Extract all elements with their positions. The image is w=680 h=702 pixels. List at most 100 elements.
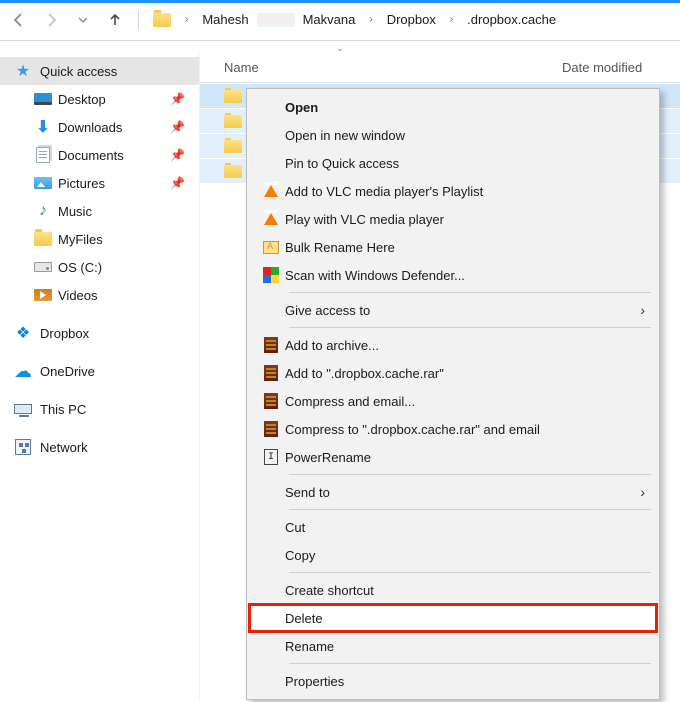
sidebar-item-dropbox[interactable]: ❖ Dropbox — [0, 319, 199, 347]
menu-item-label: Add to ".dropbox.cache.rar" — [285, 366, 647, 381]
star-icon: ★ — [14, 62, 32, 80]
desktop-icon — [34, 90, 52, 108]
archive-icon — [257, 365, 285, 381]
menu-item-label: PowerRename — [285, 450, 647, 465]
onedrive-icon: ☁ — [14, 362, 32, 380]
shield-icon — [257, 267, 285, 283]
menu-item-bulk-rename[interactable]: Bulk Rename Here — [249, 233, 657, 261]
menu-item-label: Add to VLC media player's Playlist — [285, 184, 647, 199]
chevron-right-icon: › — [640, 484, 645, 500]
menu-item-label: Create shortcut — [285, 583, 647, 598]
sidebar-item-label: Network — [40, 440, 88, 455]
menu-item-label: Cut — [285, 520, 647, 535]
ribbon-toggle[interactable]: ⌄ — [0, 43, 680, 53]
sidebar-item-videos[interactable]: Videos — [0, 281, 199, 309]
breadcrumb[interactable]: › Mahesh Makvana › Dropbox › .dropbox.ca… — [151, 6, 672, 33]
column-name[interactable]: Name — [224, 60, 562, 75]
menu-item-create-shortcut[interactable]: Create shortcut — [249, 576, 657, 604]
vlc-icon — [257, 213, 285, 225]
menu-item-delete[interactable]: Delete — [249, 604, 657, 632]
sidebar-item-label: OneDrive — [40, 364, 95, 379]
pin-icon: 📌 — [170, 176, 185, 190]
menu-item-compress-email[interactable]: Compress and email... — [249, 387, 657, 415]
menu-item-label: Send to — [285, 485, 647, 500]
menu-item-copy[interactable]: Copy — [249, 541, 657, 569]
menu-item-powerrename[interactable]: IPowerRename — [249, 443, 657, 471]
menu-item-label: Compress to ".dropbox.cache.rar" and ema… — [285, 422, 647, 437]
breadcrumb-segment[interactable]: Mahesh — [198, 10, 252, 29]
sidebar-item-label: Quick access — [40, 64, 117, 79]
menu-item-label: Play with VLC media player — [285, 212, 647, 227]
sidebar-item-onedrive[interactable]: ☁ OneDrive — [0, 357, 199, 385]
menu-item-give-access[interactable]: Give access to› — [249, 296, 657, 324]
menu-item-label: Bulk Rename Here — [285, 240, 647, 255]
pin-icon: 📌 — [170, 92, 185, 106]
sidebar-item-label: Dropbox — [40, 326, 89, 341]
powerrename-icon: I — [257, 449, 285, 465]
menu-item-properties[interactable]: Properties — [249, 667, 657, 695]
documents-icon — [34, 146, 52, 164]
breadcrumb-segment[interactable]: Makvana — [299, 10, 360, 29]
menu-item-add-archive[interactable]: Add to archive... — [249, 331, 657, 359]
sidebar-item-label: Pictures — [58, 176, 105, 191]
menu-item-vlc-playlist[interactable]: Add to VLC media player's Playlist — [249, 177, 657, 205]
breadcrumb-segment[interactable]: .dropbox.cache — [463, 10, 560, 29]
sidebar-item-network[interactable]: Network — [0, 433, 199, 461]
redacted — [257, 13, 295, 27]
sidebar-item-downloads[interactable]: ⬇ Downloads 📌 — [0, 113, 199, 141]
drive-icon — [34, 258, 52, 276]
sidebar-item-this-pc[interactable]: This PC — [0, 395, 199, 423]
folder-icon — [34, 230, 52, 248]
pin-icon: 📌 — [170, 120, 185, 134]
sidebar-item-desktop[interactable]: Desktop 📌 — [0, 85, 199, 113]
menu-item-defender-scan[interactable]: Scan with Windows Defender... — [249, 261, 657, 289]
menu-item-add-rar[interactable]: Add to ".dropbox.cache.rar" — [249, 359, 657, 387]
chevron-right-icon: › — [640, 302, 645, 318]
folder-icon — [224, 165, 242, 178]
recent-dropdown[interactable] — [72, 9, 94, 31]
folder-icon — [224, 90, 242, 103]
navigation-pane: ★ Quick access Desktop 📌 ⬇ Downloads 📌 D… — [0, 53, 200, 702]
sidebar-item-pictures[interactable]: Pictures 📌 — [0, 169, 199, 197]
folder-icon — [224, 115, 242, 128]
menu-item-open[interactable]: Open — [249, 93, 657, 121]
menu-item-label: Pin to Quick access — [285, 156, 647, 171]
sidebar-item-label: Videos — [58, 288, 98, 303]
menu-item-label: Copy — [285, 548, 647, 563]
column-date[interactable]: Date modified — [562, 60, 680, 75]
vlc-icon — [257, 185, 285, 197]
menu-item-rename[interactable]: Rename — [249, 632, 657, 660]
sidebar-item-label: MyFiles — [58, 232, 103, 247]
pc-icon — [14, 400, 32, 418]
archive-icon — [257, 337, 285, 353]
sidebar-item-myfiles[interactable]: MyFiles — [0, 225, 199, 253]
chevron-icon: › — [181, 12, 192, 27]
back-button[interactable] — [8, 9, 30, 31]
sidebar-item-quick-access[interactable]: ★ Quick access — [0, 57, 199, 85]
sidebar-item-label: Downloads — [58, 120, 122, 135]
menu-item-label: Delete — [285, 611, 647, 626]
menu-item-pin-quick-access[interactable]: Pin to Quick access — [249, 149, 657, 177]
menu-item-label: Scan with Windows Defender... — [285, 268, 647, 283]
sidebar-item-label: Documents — [58, 148, 124, 163]
folder-icon — [153, 13, 171, 27]
column-headers: Name Date modified — [200, 53, 680, 83]
folder-icon — [224, 140, 242, 153]
breadcrumb-segment[interactable]: Dropbox — [383, 10, 440, 29]
menu-item-label: Open — [285, 100, 647, 115]
menu-item-vlc-play[interactable]: Play with VLC media player — [249, 205, 657, 233]
menu-item-send-to[interactable]: Send to› — [249, 478, 657, 506]
menu-item-open-new-window[interactable]: Open in new window — [249, 121, 657, 149]
menu-item-label: Compress and email... — [285, 394, 647, 409]
menu-item-cut[interactable]: Cut — [249, 513, 657, 541]
dropbox-icon: ❖ — [14, 324, 32, 342]
chevron-icon: › — [446, 12, 457, 27]
sidebar-item-documents[interactable]: Documents 📌 — [0, 141, 199, 169]
address-bar: › Mahesh Makvana › Dropbox › .dropbox.ca… — [0, 0, 680, 36]
sidebar-item-os-c[interactable]: OS (C:) — [0, 253, 199, 281]
sidebar-item-music[interactable]: ♪ Music — [0, 197, 199, 225]
menu-item-compress-rar-email[interactable]: Compress to ".dropbox.cache.rar" and ema… — [249, 415, 657, 443]
up-button[interactable] — [104, 9, 126, 31]
forward-button[interactable] — [40, 9, 62, 31]
chevron-icon: › — [365, 12, 376, 27]
